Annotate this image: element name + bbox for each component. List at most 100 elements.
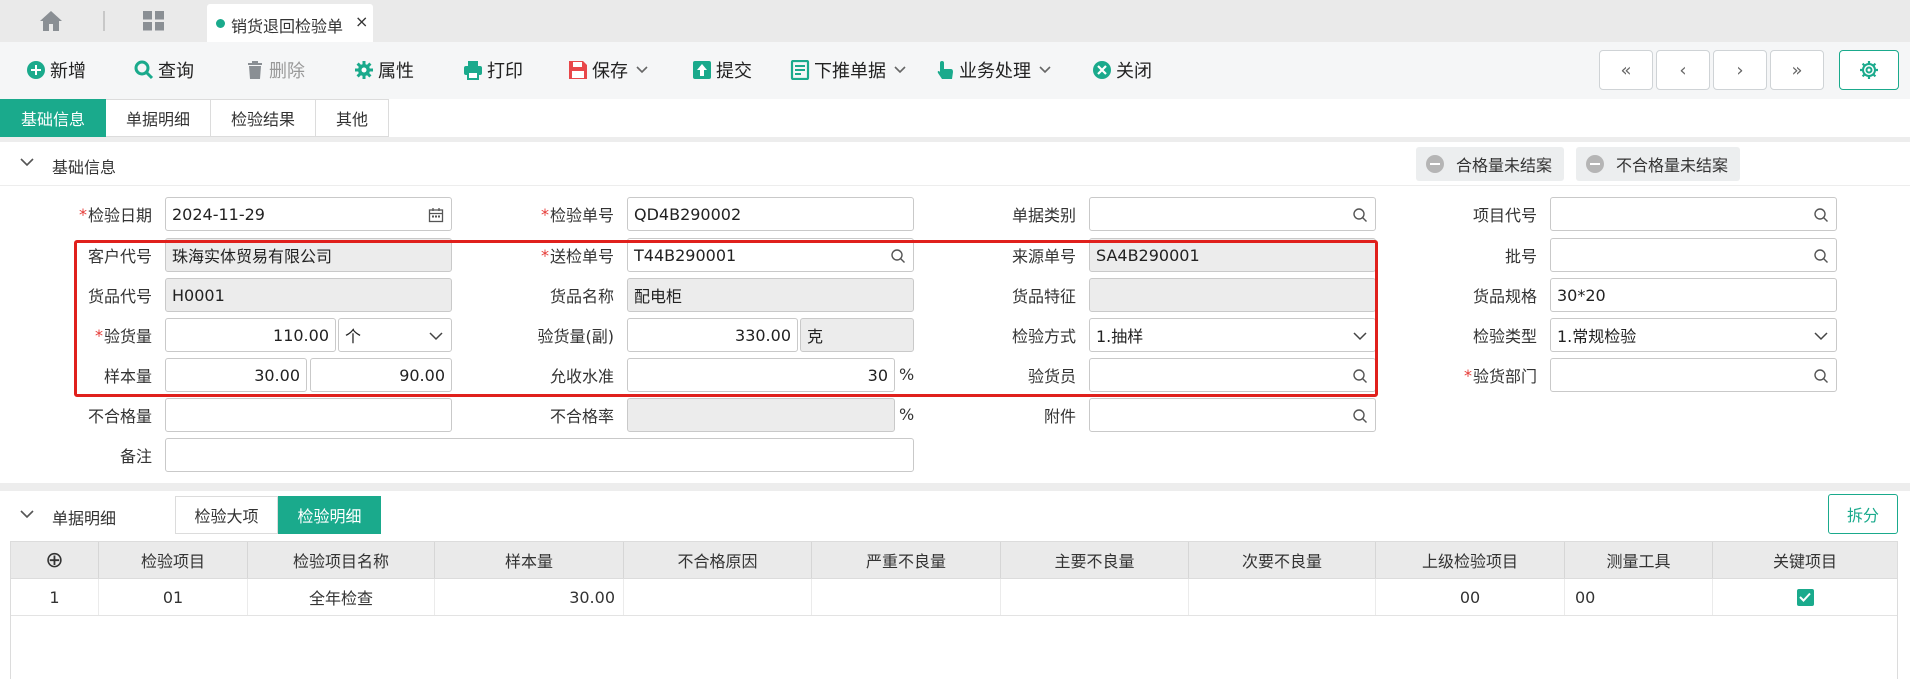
collapse-chevron-icon[interactable] xyxy=(20,509,34,519)
active-dot-icon xyxy=(216,19,225,28)
remark-field[interactable] xyxy=(165,438,914,472)
next-record-button[interactable]: › xyxy=(1713,50,1767,90)
cell-inspect-item[interactable]: 01 xyxy=(99,579,248,615)
doc-type-field[interactable] xyxy=(1089,197,1376,231)
home-icon[interactable] xyxy=(38,9,64,33)
search-icon[interactable] xyxy=(1813,368,1829,384)
minus-circle-icon xyxy=(1426,155,1444,173)
attachment-label: 附件 xyxy=(1043,407,1076,426)
col-key-item[interactable]: 关键项目 xyxy=(1713,542,1897,578)
cell-major-defect[interactable] xyxy=(1001,579,1189,615)
close-tab-icon[interactable]: × xyxy=(355,12,368,31)
split-button[interactable]: 拆分 xyxy=(1828,494,1898,534)
cell-measure-tool[interactable]: 00 xyxy=(1565,579,1713,615)
cell-inspect-item-name[interactable]: 全年检查 xyxy=(248,579,435,615)
tab-inspect-result[interactable]: 检验结果 xyxy=(211,99,317,137)
close-label: 关闭 xyxy=(1116,61,1152,82)
chevron-down-icon[interactable] xyxy=(1039,66,1051,74)
attr-button[interactable]: 属性 xyxy=(354,56,414,84)
col-inspect-item-name[interactable]: 检验项目名称 xyxy=(248,542,435,578)
chevron-down-icon[interactable] xyxy=(1813,331,1829,341)
pass-qty-open-status[interactable]: 合格量未结案 xyxy=(1416,147,1565,181)
add-row-icon[interactable]: ⊕ xyxy=(11,542,99,578)
cell-defect-reason[interactable] xyxy=(624,579,812,615)
col-defect-reason[interactable]: 不合格原因 xyxy=(624,542,812,578)
inspect-date-field[interactable]: 2024-11-29 xyxy=(165,197,452,231)
collapse-chevron-icon[interactable] xyxy=(20,157,34,167)
business-button[interactable]: 业务处理 xyxy=(935,56,1051,84)
project-code-field[interactable] xyxy=(1550,197,1837,231)
fail-qty-open-status[interactable]: 不合格量未结案 xyxy=(1576,147,1741,181)
cell-critical-defect[interactable] xyxy=(812,579,1001,615)
attr-label: 属性 xyxy=(378,61,414,82)
tab-basic-info[interactable]: 基础信息 xyxy=(0,99,107,137)
attachment-field[interactable] xyxy=(1089,398,1376,432)
col-parent-item[interactable]: 上级检验项目 xyxy=(1376,542,1565,578)
cell-key-item[interactable] xyxy=(1713,579,1897,615)
apps-grid-icon[interactable] xyxy=(142,10,166,32)
push-doc-button[interactable]: 下推单据 xyxy=(790,56,906,84)
col-sample-qty[interactable]: 样本量 xyxy=(435,542,624,578)
search-icon[interactable] xyxy=(1813,207,1829,223)
defect-qty-field[interactable] xyxy=(165,398,452,432)
cell-sample-qty[interactable]: 30.00 xyxy=(435,579,624,615)
table-row[interactable]: 1 01 全年检查 30.00 00 00 xyxy=(11,579,1897,616)
new-label: 新增 xyxy=(50,61,86,82)
col-inspect-item[interactable]: 检验项目 xyxy=(99,542,248,578)
goods-spec-field[interactable]: 30*20 xyxy=(1550,278,1837,312)
calendar-icon[interactable] xyxy=(428,207,444,223)
first-record-button[interactable]: « xyxy=(1599,50,1653,90)
settings-button[interactable] xyxy=(1839,50,1899,90)
prev-record-button[interactable]: ‹ xyxy=(1656,50,1710,90)
type-select[interactable]: 1.常规检验 xyxy=(1550,318,1837,352)
print-button[interactable]: 打印 xyxy=(463,56,523,84)
trash-icon xyxy=(248,61,262,79)
document-tab[interactable]: 销货退回检验单 × xyxy=(207,4,373,42)
minus-circle-icon xyxy=(1586,155,1604,173)
new-button[interactable]: 新增 xyxy=(26,56,86,84)
search-icon[interactable] xyxy=(1813,248,1829,264)
inspect-date-label: * 检验日期 xyxy=(78,204,152,226)
tab-other[interactable]: 其他 xyxy=(316,99,390,137)
batch-field[interactable] xyxy=(1550,238,1837,272)
defect-rate-field[interactable] xyxy=(627,398,895,432)
section-tabs: 基础信息 单据明细 检验结果 其他 xyxy=(0,99,390,137)
cell-minor-defect[interactable] xyxy=(1189,579,1376,615)
tab-inspect-detail[interactable]: 检验明细 xyxy=(278,496,381,534)
business-label: 业务处理 xyxy=(959,61,1031,82)
goods-spec-label: 货品规格 xyxy=(1472,287,1537,306)
dept-field[interactable] xyxy=(1550,358,1837,392)
close-button[interactable]: 关闭 xyxy=(1092,56,1152,84)
tab-doc-detail[interactable]: 单据明细 xyxy=(106,99,212,137)
push-doc-label: 下推单据 xyxy=(814,61,886,82)
col-measure-tool[interactable]: 测量工具 xyxy=(1565,542,1713,578)
defect-qty-label: 不合格量 xyxy=(87,407,152,426)
fail-status-label: 不合格量未结案 xyxy=(1616,156,1729,175)
chevron-down-icon[interactable] xyxy=(636,66,648,74)
submit-button[interactable]: 提交 xyxy=(692,56,752,84)
inspect-no-field[interactable]: QD4B290002 xyxy=(627,197,914,231)
basic-info-header: 基础信息 合格量未结案 不合格量未结案 xyxy=(0,142,1910,186)
toolbar: 新增 查询 删除 属性 打印 保存 提交 下推单据 业务处理 关闭 « ‹ › xyxy=(0,42,1910,99)
document-tab-title: 销货退回检验单 xyxy=(231,17,344,36)
query-button[interactable]: 查询 xyxy=(134,56,194,84)
tab-inspect-major[interactable]: 检验大项 xyxy=(175,496,278,534)
hand-pointer-icon xyxy=(937,61,953,79)
col-minor-defect[interactable]: 次要不良量 xyxy=(1189,542,1376,578)
cell-parent-item[interactable]: 00 xyxy=(1376,579,1565,615)
chevron-down-icon[interactable] xyxy=(894,66,906,74)
last-record-button[interactable]: » xyxy=(1770,50,1824,90)
save-button[interactable]: 保存 xyxy=(568,56,648,84)
row-number: 1 xyxy=(11,579,99,615)
delete-button[interactable]: 删除 xyxy=(245,56,305,84)
save-icon xyxy=(569,61,587,79)
inspect-no-label: * 检验单号 xyxy=(540,204,614,226)
search-icon[interactable] xyxy=(1352,207,1368,223)
checkbox-checked-icon[interactable] xyxy=(1796,588,1814,606)
search-icon[interactable] xyxy=(1352,408,1368,424)
col-critical-defect[interactable]: 严重不良量 xyxy=(812,542,1001,578)
project-code-label: 项目代号 xyxy=(1472,206,1537,225)
remark-label: 备注 xyxy=(119,447,152,466)
basic-info-title: 基础信息 xyxy=(52,158,117,177)
col-major-defect[interactable]: 主要不良量 xyxy=(1001,542,1189,578)
